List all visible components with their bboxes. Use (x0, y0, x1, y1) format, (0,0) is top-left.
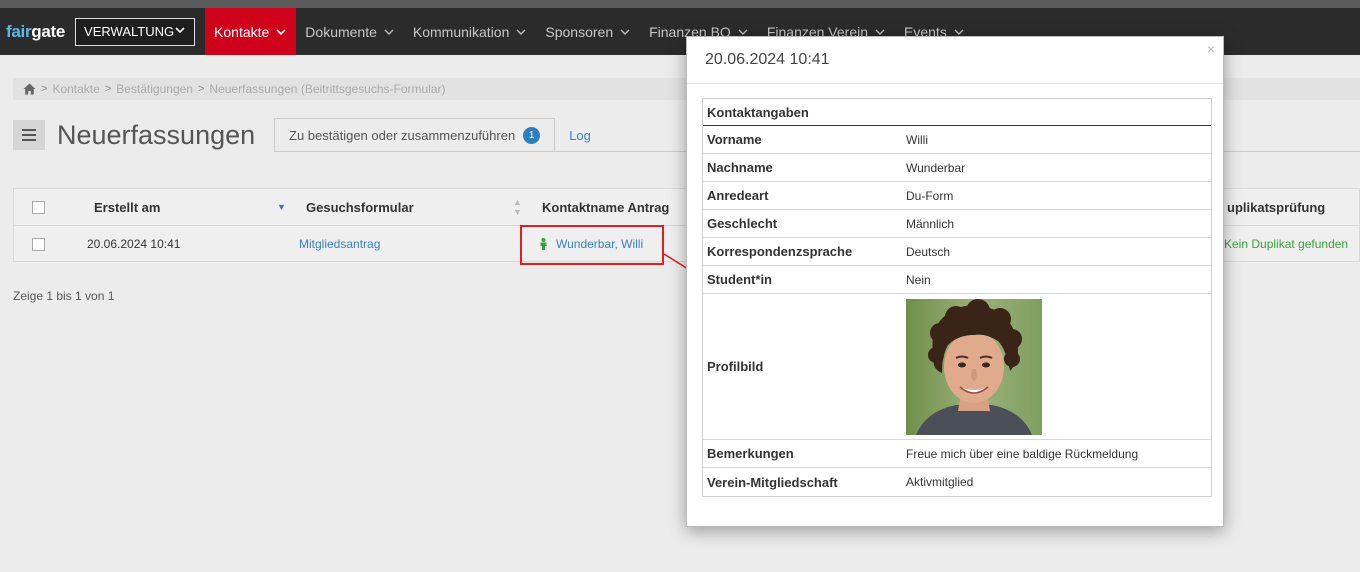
breadcrumb-item-bestaetigungen[interactable]: Bestätigungen (116, 82, 193, 96)
nav-item-dokumente[interactable]: Dokumente (296, 8, 404, 55)
hamburger-icon (22, 134, 36, 136)
nav-item-sponsoren[interactable]: Sponsoren (536, 8, 640, 55)
tab-to-confirm[interactable]: Zu bestätigen oder zusammenzuführen 1 (274, 118, 556, 152)
tab-to-confirm-label: Zu bestätigen oder zusammenzuführen (289, 128, 516, 143)
row-created: 20.06.2024 10:41 (87, 237, 181, 251)
top-strip (0, 0, 1360, 8)
info-value: Freue mich über eine baldige Rückmeldung (906, 446, 1139, 461)
table-info: Zeige 1 bis 1 von 1 (13, 289, 115, 303)
sort-desc-icon[interactable]: ▼ (277, 189, 286, 225)
chevron-down-icon (515, 26, 527, 38)
fairgate-logo[interactable]: fairgate (6, 22, 65, 42)
info-key: Vorname (707, 132, 762, 147)
info-row-geschlecht: Geschlecht Männlich (703, 210, 1211, 238)
info-value: Willi (906, 132, 928, 147)
chevron-down-icon (383, 26, 395, 38)
breadcrumb-separator: > (41, 83, 48, 95)
info-row-profilbild: Profilbild (703, 294, 1211, 440)
info-row-bemerkungen: Bemerkungen Freue mich über eine baldige… (703, 440, 1211, 468)
info-key: Anredeart (707, 188, 769, 203)
breadcrumb-item-neuerfassungen: Neuerfassungen (Beitrittsgesuchs-Formula… (209, 82, 446, 96)
info-key: Student*in (707, 272, 772, 287)
column-header-contact[interactable]: Kontaktname Antrag (542, 189, 669, 225)
nav-item-kommunikation[interactable]: Kommunikation (404, 8, 537, 55)
breadcrumb-item-kontakte[interactable]: Kontakte (52, 82, 99, 96)
modal-header: 20.06.2024 10:41 × (687, 37, 1223, 84)
sort-both-icon[interactable]: ▲ ▼ (513, 189, 522, 225)
section-header-row: Kontaktangaben (703, 99, 1211, 126)
info-value: Aktivmitglied (906, 475, 974, 489)
breadcrumb-separator: > (104, 83, 112, 95)
count-badge: 1 (523, 127, 541, 144)
profile-photo (906, 298, 1042, 435)
contact-details-modal: 20.06.2024 10:41 × Kontaktangaben Vornam… (686, 36, 1224, 527)
info-key: Korrespondenzsprache (707, 244, 853, 259)
chevron-down-icon (275, 26, 287, 38)
tab-bar: Zu bestätigen oder zusammenzuführen 1 Lo… (274, 118, 605, 152)
info-value: Wunderbar (906, 160, 966, 175)
home-icon[interactable] (23, 83, 36, 95)
annotation-highlight-box (520, 225, 664, 265)
hamburger-menu-button[interactable] (13, 120, 45, 150)
contact-info-table: Kontaktangaben Vorname Willi Nachname Wu… (702, 98, 1212, 497)
info-key: Nachname (707, 160, 773, 175)
close-icon[interactable]: × (1207, 41, 1215, 57)
breadcrumb-separator: > (197, 83, 205, 95)
chevron-down-icon (619, 26, 631, 38)
row-form-link[interactable]: Mitgliedsantrag (299, 226, 380, 262)
tab-log[interactable]: Log (555, 118, 605, 152)
info-row-verein-mitgliedschaft: Verein-Mitgliedschaft Aktivmitglied (703, 468, 1211, 496)
row-checkbox[interactable] (32, 237, 45, 251)
info-value: Männlich (906, 216, 955, 231)
row-duplicate-status: Kein Duplikat gefunden (1224, 237, 1349, 251)
info-row-anredeart: Anredeart Du-Form (703, 182, 1211, 210)
column-header-duplicate[interactable]: uplikatsprüfung (1227, 189, 1325, 225)
select-all-cell (32, 189, 45, 225)
select-all-checkbox[interactable] (32, 200, 45, 214)
modal-title: 20.06.2024 10:41 (705, 51, 830, 68)
nav-item-kontakte[interactable]: Kontakte (205, 8, 297, 55)
info-row-korrespondenzsprache: Korrespondenzsprache Deutsch (703, 238, 1211, 266)
area-select-label: VERWALTUNG (84, 24, 175, 39)
page-title: Neuerfassungen (57, 120, 256, 150)
chevron-down-icon (174, 24, 186, 36)
section-title: Kontaktangaben (707, 104, 809, 120)
info-key: Verein-Mitgliedschaft (707, 474, 838, 490)
tab-log-label: Log (569, 127, 591, 143)
info-row-student: Student*in Nein (703, 266, 1211, 294)
info-key: Geschlecht (707, 216, 778, 231)
info-key: Profilbild (707, 359, 764, 374)
column-header-created[interactable]: Erstellt am (94, 189, 160, 225)
info-value: Deutsch (906, 244, 951, 259)
info-key: Bemerkungen (707, 446, 794, 461)
info-value: Du-Form (906, 188, 954, 203)
column-header-form[interactable]: Gesuchsformular (306, 189, 414, 225)
row-select-cell (32, 226, 45, 262)
info-row-vorname: Vorname Willi (703, 126, 1211, 154)
info-row-nachname: Nachname Wunderbar (703, 154, 1211, 182)
area-select[interactable]: VERWALTUNG (75, 17, 196, 46)
info-value: Nein (906, 272, 931, 287)
